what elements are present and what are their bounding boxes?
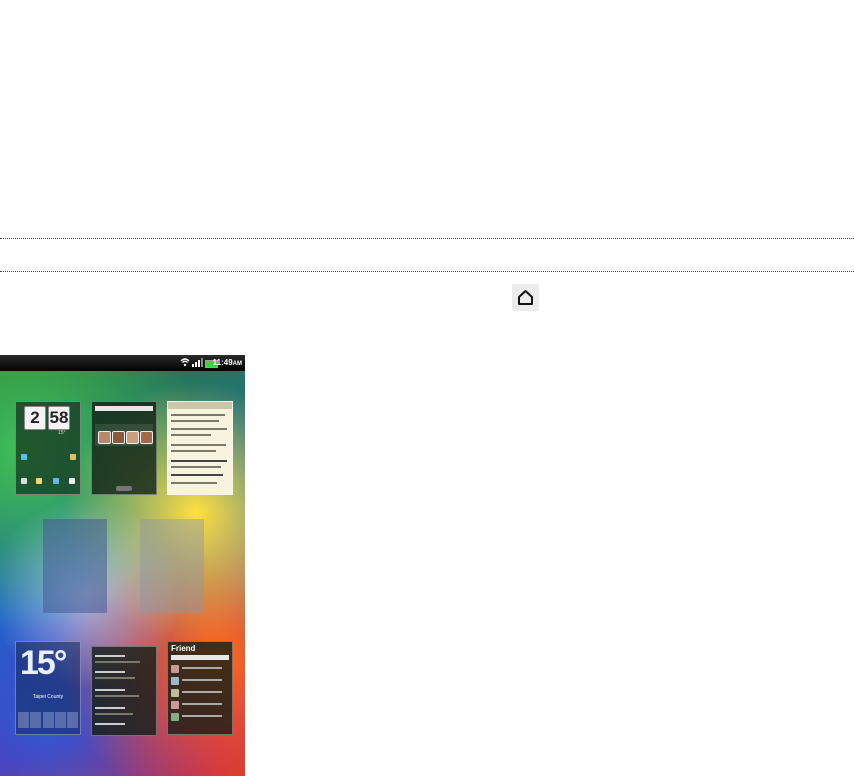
- home-thumbnail-empty[interactable]: [43, 519, 107, 613]
- app-icon: [21, 454, 27, 460]
- avatar: [140, 431, 153, 444]
- feed-line: [95, 713, 133, 715]
- clock-hours: 2: [24, 406, 46, 430]
- forecast-day: [55, 712, 66, 728]
- phone-screenshot: 11:49AM 2 58 15° 15° Taipei County Frien…: [0, 355, 245, 776]
- divider-top: [0, 238, 854, 239]
- home-thumbnail-people[interactable]: [91, 401, 157, 495]
- status-input: [171, 655, 229, 660]
- home-key: [512, 284, 539, 311]
- news-header: [168, 402, 232, 409]
- feed-line: [95, 677, 135, 679]
- friend-post: [171, 676, 229, 686]
- avatar: [126, 431, 139, 444]
- avatar: [112, 431, 125, 444]
- home-thumbnail-messages[interactable]: [91, 646, 157, 736]
- wifi-icon: [180, 358, 190, 367]
- status-time: 11:49AM: [213, 358, 242, 367]
- people-widget: [95, 424, 153, 446]
- forecast-day: [43, 712, 54, 728]
- feed-line: [95, 689, 125, 691]
- feed-line: [95, 655, 125, 657]
- status-time-value: 11:49: [212, 358, 233, 367]
- signal-bars-icon: [192, 358, 203, 367]
- friend-post: [171, 688, 229, 698]
- feed-line: [95, 695, 139, 697]
- leap-view: 2 58 15° 15° Taipei County Friend: [0, 371, 245, 776]
- avatar: [98, 431, 111, 444]
- feed-line: [171, 434, 211, 436]
- friend-title: Friend: [171, 644, 196, 653]
- friend-post: [171, 712, 229, 722]
- app-icon: [36, 478, 42, 484]
- feed-line: [171, 420, 219, 422]
- feed-line: [171, 428, 227, 430]
- status-bar: 11:49AM: [0, 355, 245, 371]
- app-icon: [21, 478, 27, 484]
- search-bar: [95, 406, 153, 411]
- clock-temp: 15°: [58, 430, 66, 436]
- feed-line: [95, 707, 125, 709]
- home-thumbnail-weather[interactable]: 15° Taipei County: [15, 641, 81, 735]
- home-thumbnail-news[interactable]: [167, 401, 233, 495]
- status-time-ampm: AM: [232, 361, 242, 367]
- feed-line: [171, 482, 217, 484]
- forecast-day: [67, 712, 78, 728]
- page-indicator: [116, 486, 132, 491]
- app-icon: [70, 454, 76, 460]
- home-icon: [518, 290, 533, 305]
- feed-line: [95, 671, 125, 673]
- flip-clock: 2 58: [24, 406, 72, 430]
- friend-post: [171, 664, 229, 674]
- weather-temp: 15°: [20, 644, 67, 682]
- app-icon: [53, 478, 59, 484]
- forecast-day: [18, 712, 29, 728]
- weather-city: Taipei County: [32, 694, 64, 700]
- feed-line: [171, 414, 225, 416]
- friend-post: [171, 700, 229, 710]
- feed-line: [171, 460, 227, 462]
- divider-bottom: [0, 271, 854, 272]
- feed-line: [171, 466, 221, 468]
- clock-minutes: 58: [48, 406, 70, 430]
- app-icon: [69, 478, 75, 484]
- feed-line: [95, 723, 125, 725]
- home-thumbnail-clock[interactable]: 2 58 15°: [15, 401, 81, 495]
- feed-line: [171, 450, 216, 452]
- home-thumbnail-friendstream[interactable]: Friend: [167, 641, 233, 735]
- feed-line: [171, 474, 223, 476]
- home-thumbnail-empty[interactable]: [140, 519, 204, 613]
- feed-line: [95, 661, 140, 663]
- feed-line: [171, 444, 226, 446]
- forecast-day: [30, 712, 41, 728]
